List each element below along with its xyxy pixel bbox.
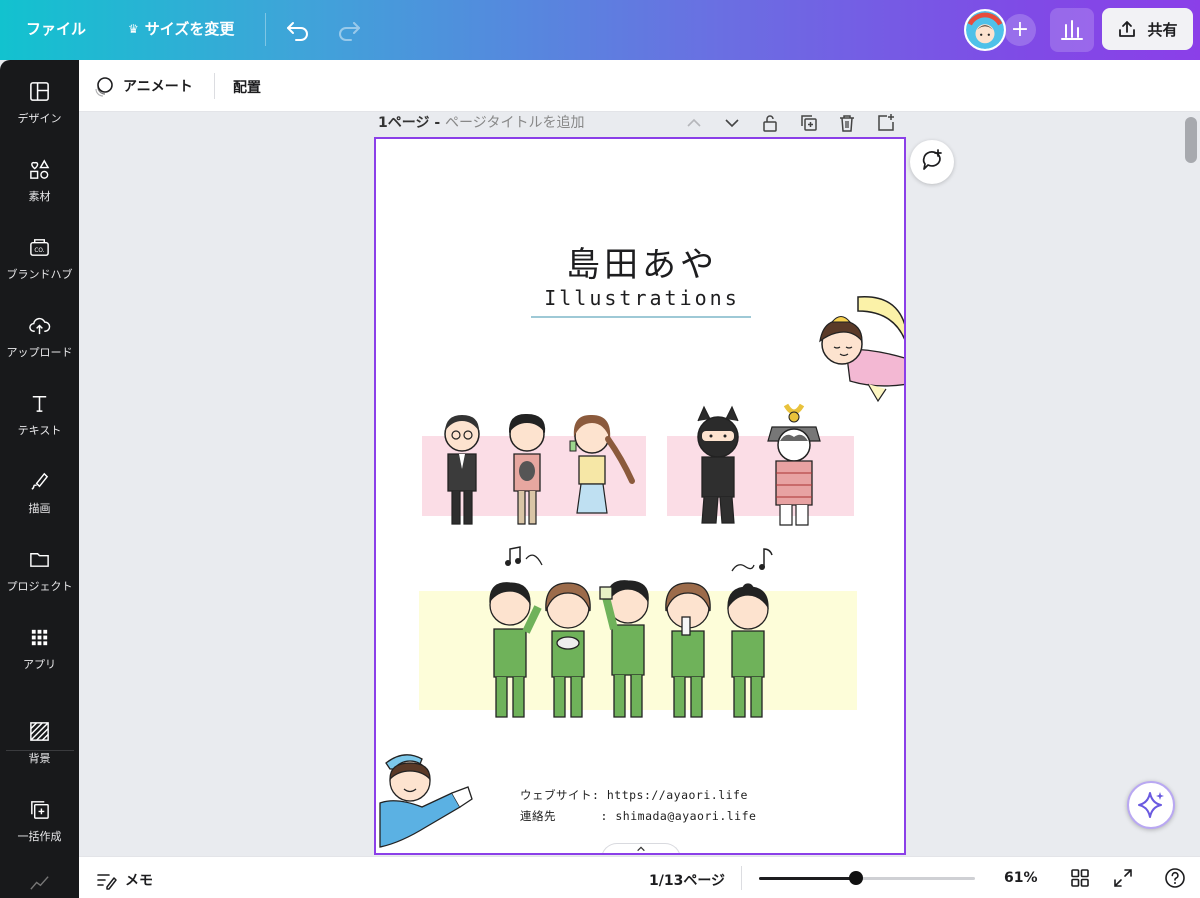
trash-icon[interactable] — [837, 113, 857, 133]
animate-button[interactable]: アニメート — [93, 75, 193, 97]
sidebar-item-elements[interactable]: 素材 — [0, 158, 79, 228]
add-page-icon[interactable] — [876, 113, 896, 133]
add-comment-button[interactable] — [910, 140, 954, 184]
sidebar-item-background[interactable]: 背景 — [0, 720, 79, 790]
bulk-create-icon — [31, 801, 49, 819]
page-title-input[interactable]: ページタイトルを追加 — [445, 115, 584, 131]
trend-icon[interactable] — [28, 870, 51, 893]
title-underline — [531, 316, 751, 318]
fullscreen-icon[interactable] — [1112, 867, 1134, 889]
bar-chart-icon — [1061, 20, 1083, 40]
share-upload-icon — [1119, 21, 1136, 37]
user-avatar[interactable] — [964, 9, 1006, 51]
top-bar: ファイル ♛ サイズを変更 + 共有 — [0, 0, 1200, 60]
page-counter[interactable]: 1/13ページ — [649, 870, 725, 890]
text-icon — [32, 396, 47, 412]
bottom-bar: メモ 1/13ページ 61% — [79, 856, 1200, 898]
insights-button[interactable] — [1050, 8, 1094, 52]
page-header: 1ページ - ページタイトルを追加 — [378, 112, 584, 132]
chevron-down-icon[interactable] — [722, 113, 742, 133]
brand-icon: CO. — [30, 239, 49, 256]
ninja-samurai-cats-illustration[interactable] — [676, 401, 846, 529]
sidebar-item-label: アプリ — [23, 658, 56, 671]
sidebar-item-label: テキスト — [17, 424, 62, 437]
crown-icon: ♛ — [128, 21, 139, 36]
sidebar-item-label: デザイン — [17, 112, 62, 125]
shapes-icon — [30, 159, 50, 179]
grid-view-icon[interactable] — [1069, 867, 1091, 889]
sidebar-item-apps[interactable]: アプリ — [0, 626, 79, 696]
file-menu-button[interactable]: ファイル — [26, 18, 86, 39]
design-title-jp[interactable]: 島田あや — [376, 237, 904, 286]
sidebar-item-design[interactable]: デザイン — [0, 80, 79, 150]
add-collaborator-button[interactable]: + — [1004, 14, 1036, 46]
undo-icon[interactable] — [284, 15, 312, 43]
princess-moon-illustration[interactable] — [806, 289, 906, 409]
sidebar-item-label: 素材 — [28, 190, 51, 203]
zoom-slider-handle[interactable] — [849, 871, 864, 885]
music-note-left-icon — [505, 546, 543, 566]
chevron-up-icon — [637, 846, 645, 852]
design-page[interactable]: 島田あや Illustrations ウェブサイト: https://ayaor… — [374, 137, 906, 855]
lock-icon[interactable] — [760, 113, 780, 133]
comment-add-icon — [922, 149, 942, 170]
notes-label: メモ — [125, 873, 153, 889]
apps-grid-icon — [31, 629, 48, 646]
vertical-scrollbar[interactable] — [1185, 117, 1197, 163]
sidebar-item-text[interactable]: テキスト — [0, 392, 79, 462]
sidebar-item-projects[interactable]: プロジェクト — [0, 548, 79, 618]
sidebar-item-label: アップロード — [6, 346, 73, 359]
sidebar-item-upload[interactable]: アップロード — [0, 314, 79, 384]
sidebar-item-brand-hub[interactable]: CO. ブランドハブ — [0, 236, 79, 306]
chevron-up-icon[interactable] — [684, 113, 704, 133]
animate-label: アニメート — [123, 79, 193, 95]
notes-button[interactable]: メモ — [95, 869, 153, 891]
bottombar-divider — [741, 866, 742, 890]
sidebar-item-label: 一括作成 — [17, 830, 62, 843]
upload-cloud-icon — [29, 317, 51, 335]
sidebar-item-bulk-create[interactable]: 一括作成 — [0, 798, 79, 868]
nurse-illustration[interactable] — [376, 743, 476, 853]
notes-pencil-icon — [97, 874, 117, 890]
share-label: 共有 — [1147, 20, 1178, 39]
context-toolbar: アニメート 配置 — [79, 60, 1200, 112]
background-icon — [30, 722, 49, 741]
contact-email-text[interactable]: 連絡先 : shimada@ayaori.life — [520, 808, 756, 824]
website-text[interactable]: ウェブサイト: https://ayaori.life — [520, 787, 748, 803]
arrange-button[interactable]: 配置 — [233, 77, 261, 97]
help-icon[interactable] — [1164, 867, 1186, 889]
folder-icon — [30, 553, 49, 567]
left-sidebar: デザイン 素材 CO. ブランドハブ アップロード テキスト 描画 プロジェクト… — [0, 60, 79, 898]
redo-icon[interactable] — [335, 15, 363, 43]
sidebar-item-label: ブランドハブ — [6, 268, 73, 281]
sidebar-item-label: 背景 — [28, 752, 51, 765]
animate-icon — [95, 77, 113, 97]
svg-text:CO.: CO. — [34, 248, 44, 254]
sparkle-icon — [1138, 792, 1164, 818]
draw-icon — [31, 472, 49, 490]
resize-button[interactable]: ♛ サイズを変更 — [128, 18, 234, 39]
duplicate-page-icon[interactable] — [799, 113, 819, 133]
share-button[interactable]: 共有 — [1102, 8, 1193, 50]
layout-icon — [30, 82, 49, 101]
page-number-label: 1ページ - — [378, 115, 446, 131]
sidebar-item-label: プロジェクト — [6, 580, 73, 593]
toolbar-divider — [214, 73, 215, 99]
sidebar-item-label: 描画 — [28, 502, 51, 515]
topbar-divider — [265, 13, 266, 46]
sidebar-item-draw[interactable]: 描画 — [0, 470, 79, 540]
magic-assistant-button[interactable] — [1127, 781, 1175, 829]
page-handle[interactable] — [601, 843, 681, 853]
zoom-level[interactable]: 61% — [1004, 870, 1038, 886]
zoom-slider-fill — [759, 877, 857, 880]
business-people-illustration[interactable] — [432, 409, 652, 529]
tracksuit-group-illustration[interactable] — [476, 577, 806, 722]
zoom-slider[interactable] — [759, 871, 975, 885]
music-note-right-icon — [731, 548, 773, 572]
resize-label: サイズを変更 — [144, 20, 235, 38]
